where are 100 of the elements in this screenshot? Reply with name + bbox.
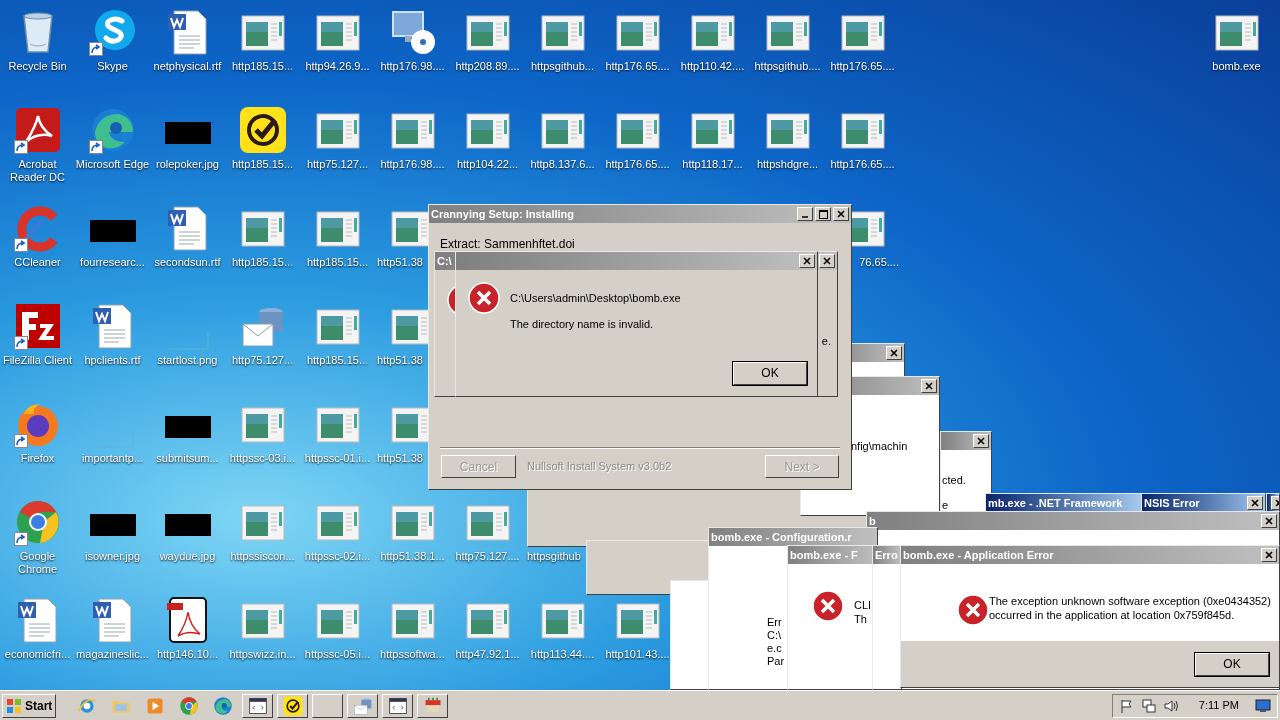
taskbar-button[interactable] <box>312 693 344 718</box>
icon-label[interactable]: http51.38.1... <box>380 550 445 563</box>
icon-label[interactable]: http185.15... <box>306 354 369 367</box>
icon-label[interactable]: http101.43.... <box>605 648 670 661</box>
icon-label[interactable]: http176.98.... <box>380 60 445 73</box>
close-button[interactable] <box>921 379 937 393</box>
dialog-text: The directory name is invalid. <box>510 317 655 331</box>
icon-label[interactable]: CCleaner <box>14 256 61 269</box>
clock[interactable]: 7:11 PM <box>1198 697 1239 714</box>
icon-label[interactable]: httpssc-02.i... <box>304 550 371 563</box>
icon-label[interactable]: fourresearc... <box>80 256 145 269</box>
icon-label[interactable]: hpclients.rtf <box>84 354 141 367</box>
close-button[interactable] <box>799 254 815 268</box>
icon-label[interactable]: httpswizz.in... <box>229 648 296 661</box>
icon-label[interactable]: http185.15... <box>231 256 294 269</box>
maximize-button[interactable] <box>815 207 831 221</box>
dialog-text: cted. <box>942 474 967 487</box>
icon-label[interactable]: http75.127.... <box>455 550 520 563</box>
icon-label[interactable]: http176.98.... <box>380 158 445 171</box>
icon-label[interactable]: http176.65.... <box>605 158 670 171</box>
close-button[interactable] <box>833 207 849 221</box>
dialog-button[interactable]: OK <box>733 361 807 385</box>
close-button[interactable] <box>973 434 989 448</box>
icon-label[interactable]: http104.22... <box>456 158 519 171</box>
icon-label[interactable]: http94.26.9... <box>305 60 370 73</box>
icon-label[interactable]: Firefox <box>20 452 55 465</box>
maximize-icon <box>818 209 828 219</box>
close-button[interactable] <box>1247 496 1263 510</box>
dialog-text: C:\Users\admin\Desktop\bomb.exe <box>510 291 681 305</box>
icon-label[interactable]: Skype <box>97 60 128 73</box>
dialog-text: Par <box>767 655 785 668</box>
window-title: NSIS Error <box>1144 496 1200 510</box>
icon-label[interactable]: httpsgithub... <box>531 60 594 73</box>
icon-label[interactable]: http185.15... <box>231 158 294 171</box>
taskbar-button[interactable] <box>417 693 449 718</box>
dialog-text: CLI <box>854 598 872 612</box>
icon-label[interactable]: startlost.png <box>157 354 218 367</box>
taskbar-button[interactable] <box>277 693 309 718</box>
icon-label[interactable]: submitsum... <box>156 452 219 465</box>
taskbar-button[interactable] <box>382 693 414 718</box>
icon-label[interactable]: netphysical.rtf <box>153 60 222 73</box>
error-icon <box>468 282 500 314</box>
icon-label[interactable]: economicfri... <box>4 648 71 661</box>
icon-label[interactable]: Recycle Bin <box>8 60 67 73</box>
icon-label[interactable]: http185.15... <box>231 60 294 73</box>
icon-label[interactable]: Acrobat Reader DC <box>10 158 65 184</box>
speaker-icon[interactable] <box>1162 697 1179 714</box>
icon-label[interactable]: http51.38 <box>375 452 423 465</box>
icon-label[interactable]: httpssc-05.i... <box>304 648 371 661</box>
start-button[interactable]: Start <box>2 693 57 718</box>
icon-label[interactable]: http75.127... <box>306 158 369 171</box>
close-icon <box>1251 499 1259 507</box>
icon-label[interactable]: importantp... <box>81 452 144 465</box>
icon-label[interactable]: http110.42.... <box>680 60 745 73</box>
icon-label[interactable]: secondsun.rtf <box>154 256 221 269</box>
icon-label[interactable]: Microsoft Edge <box>75 158 150 171</box>
icon-label[interactable]: httpssiscon... <box>230 550 295 563</box>
icon-label[interactable]: http176.65.... <box>830 60 895 73</box>
icon-label[interactable]: http118.17... <box>682 158 743 171</box>
close-button[interactable] <box>1261 514 1277 528</box>
icon-label[interactable]: http146.10... <box>156 648 219 661</box>
icon-label[interactable]: http176.65.... <box>605 60 670 73</box>
icon-label[interactable]: http185.15... <box>306 256 369 269</box>
icon-label[interactable]: Google Chrome <box>17 550 58 576</box>
icon-label[interactable]: http51.38 <box>375 256 423 269</box>
close-button[interactable] <box>819 254 835 268</box>
taskbar-button[interactable] <box>347 693 379 718</box>
icon-label[interactable]: waydue.jpg <box>159 550 216 563</box>
icon-label[interactable]: httpssc-03.i... <box>229 452 296 465</box>
icon-label[interactable]: FileZilla Client <box>2 354 73 367</box>
taskbar-button[interactable] <box>242 693 274 718</box>
network-icon[interactable] <box>1140 697 1157 714</box>
flag-icon[interactable] <box>1118 697 1135 714</box>
icon-label[interactable]: http113.44.... <box>530 648 595 661</box>
show-desktop-icon[interactable] <box>1255 698 1271 713</box>
icon-label[interactable]: magazineslic... <box>76 648 149 661</box>
icon-label[interactable]: http47.92.1... <box>455 648 520 661</box>
dialog-button[interactable]: OK <box>1195 652 1269 676</box>
icon-label[interactable]: http176.65.... <box>830 158 895 171</box>
close-button[interactable] <box>1261 548 1277 562</box>
icon-label[interactable]: http8.137.6... <box>530 158 595 171</box>
icon-label[interactable]: http51.38 <box>375 354 423 367</box>
icon-label[interactable]: httpssc-01.i... <box>304 452 371 465</box>
icon-label[interactable]: httpssoftwa... <box>380 648 445 661</box>
icon-label[interactable]: httpshdgre... <box>756 158 819 171</box>
icon-label[interactable]: 76.65.... <box>859 256 900 269</box>
icon-label[interactable]: http75.127... <box>231 354 294 367</box>
icon-label[interactable]: rolepoker.jpg <box>156 158 219 171</box>
icon-label[interactable]: isowner.jpg <box>84 550 140 563</box>
dialog-text: e.c <box>767 642 782 655</box>
icon-label[interactable]: httpsgithub.... <box>754 60 821 73</box>
status-text: Extract: Sammenhftet.doi <box>440 236 576 253</box>
icon-label[interactable]: http208.89.... <box>455 60 520 73</box>
icon-label[interactable]: httpsgithub <box>525 550 581 563</box>
window-title: b <box>869 514 876 528</box>
minimize-button[interactable] <box>797 207 813 221</box>
close-button[interactable] <box>886 346 902 360</box>
icon-label[interactable]: bomb.exe <box>1212 60 1261 73</box>
application-window-icon <box>247 695 268 716</box>
window-title: bomb.exe - Application Error <box>903 548 1054 562</box>
